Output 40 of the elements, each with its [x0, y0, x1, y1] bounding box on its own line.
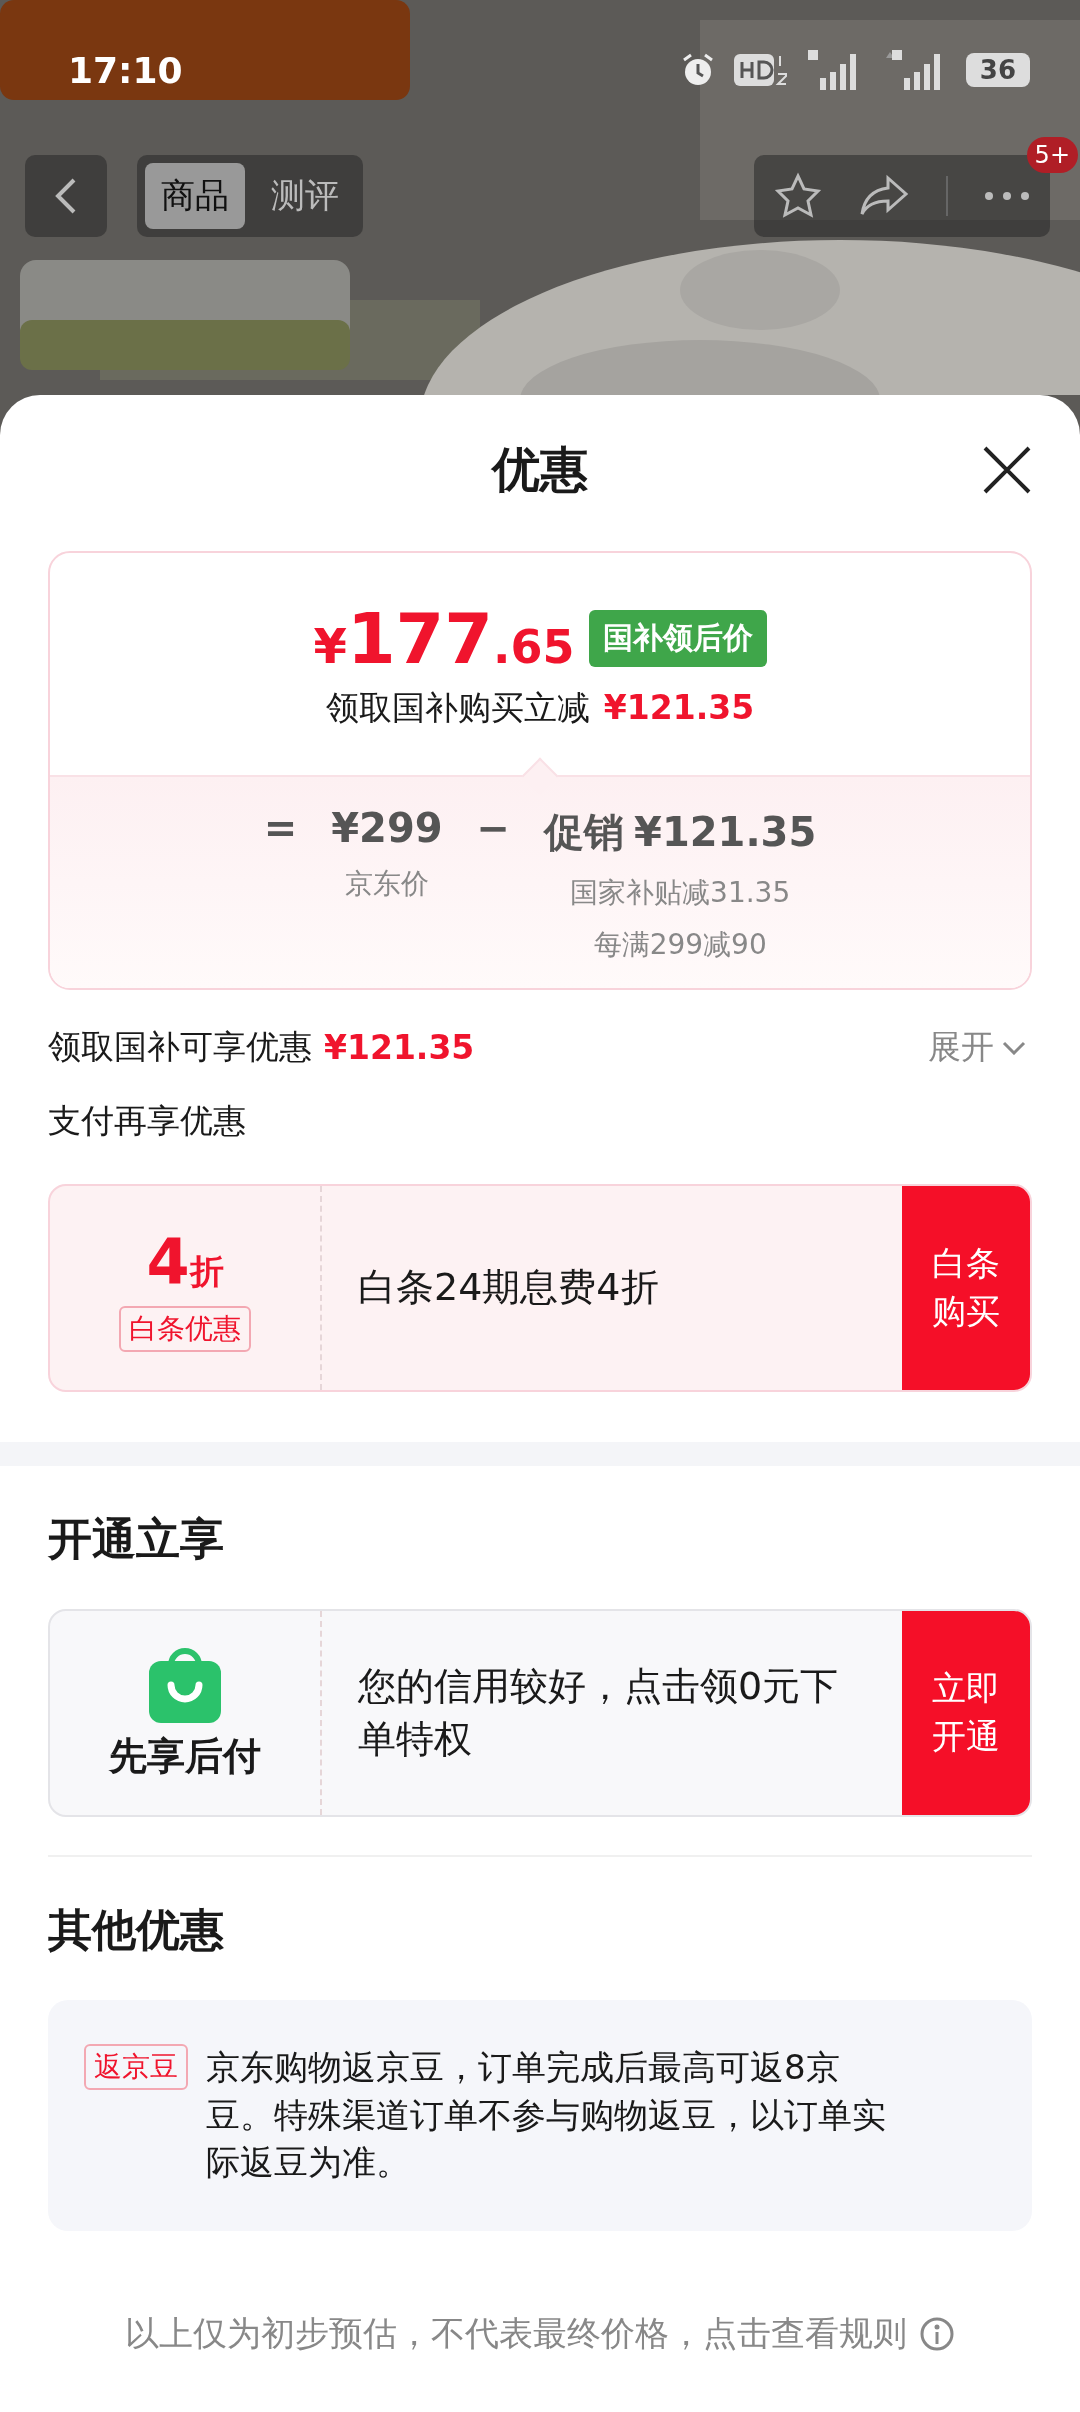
promo-detail: 国家补贴减31.35 [570, 875, 791, 911]
promo-label: 促销 [544, 808, 625, 857]
offer-button[interactable]: 白条购买 [902, 1186, 1030, 1390]
offer-text: 白条24期息费4折 [358, 1264, 659, 1312]
section-title: 其他优惠 [48, 1903, 225, 1957]
minus-sign: − [476, 805, 511, 853]
clock: 17:10 [68, 49, 183, 91]
sheet-title: 优惠 [492, 440, 588, 499]
final-price: ¥177.65 [313, 597, 575, 680]
tab[interactable]: 商品 [145, 163, 245, 229]
discount-amount: ¥121.35 [324, 1028, 475, 1067]
hd-icon [733, 52, 790, 88]
offer-text: 京东购物返京豆，订单完成后最高可返8京豆。特殊渠道订单不参与购物返豆，以订单实际返豆为准。 [206, 2046, 887, 2185]
offer-tag: 白条优惠 [119, 1305, 251, 1352]
close-icon[interactable] [982, 445, 1032, 495]
base-price: ¥299 [331, 805, 443, 851]
base-price-label: 京东价 [344, 866, 429, 902]
star-icon[interactable] [774, 172, 822, 220]
price-tag: 国补领后价 [588, 610, 767, 667]
battery-level: 36 [965, 53, 1030, 87]
section-title: 开通立享 [48, 1512, 225, 1566]
more-icon[interactable] [984, 191, 1030, 201]
promo-amount: ¥121.35 [634, 809, 817, 855]
equals-sign: = [263, 805, 298, 853]
offer-tag: 返京豆 [84, 2044, 188, 2090]
discount-label: 领取国补可享优惠 [48, 1026, 312, 1068]
section-label: 支付再享优惠 [48, 1100, 247, 1142]
reduce-label: 领取国补购买立减 [325, 686, 590, 729]
chevron-down-icon [1002, 1040, 1026, 1055]
offer-button[interactable]: 立即开通 [902, 1611, 1030, 1815]
info-icon[interactable] [919, 2315, 955, 2352]
expand-toggle[interactable]: 展开 [922, 1024, 1032, 1071]
reduce-amount: ¥121.35 [603, 687, 755, 727]
tab[interactable]: 测评 [255, 163, 355, 229]
promo-detail: 每满299减90 [593, 927, 767, 963]
discount-value: 4折 [146, 1224, 224, 1298]
service-title: 先享后付 [109, 1732, 261, 1780]
disclaimer-link[interactable]: 以上仅为初步预估，不代表最终价格，点击查看规则 [125, 2310, 907, 2357]
back-icon[interactable] [54, 176, 78, 216]
offer-text: 您的信用较好，点击领0元下单特权 [358, 1662, 840, 1763]
